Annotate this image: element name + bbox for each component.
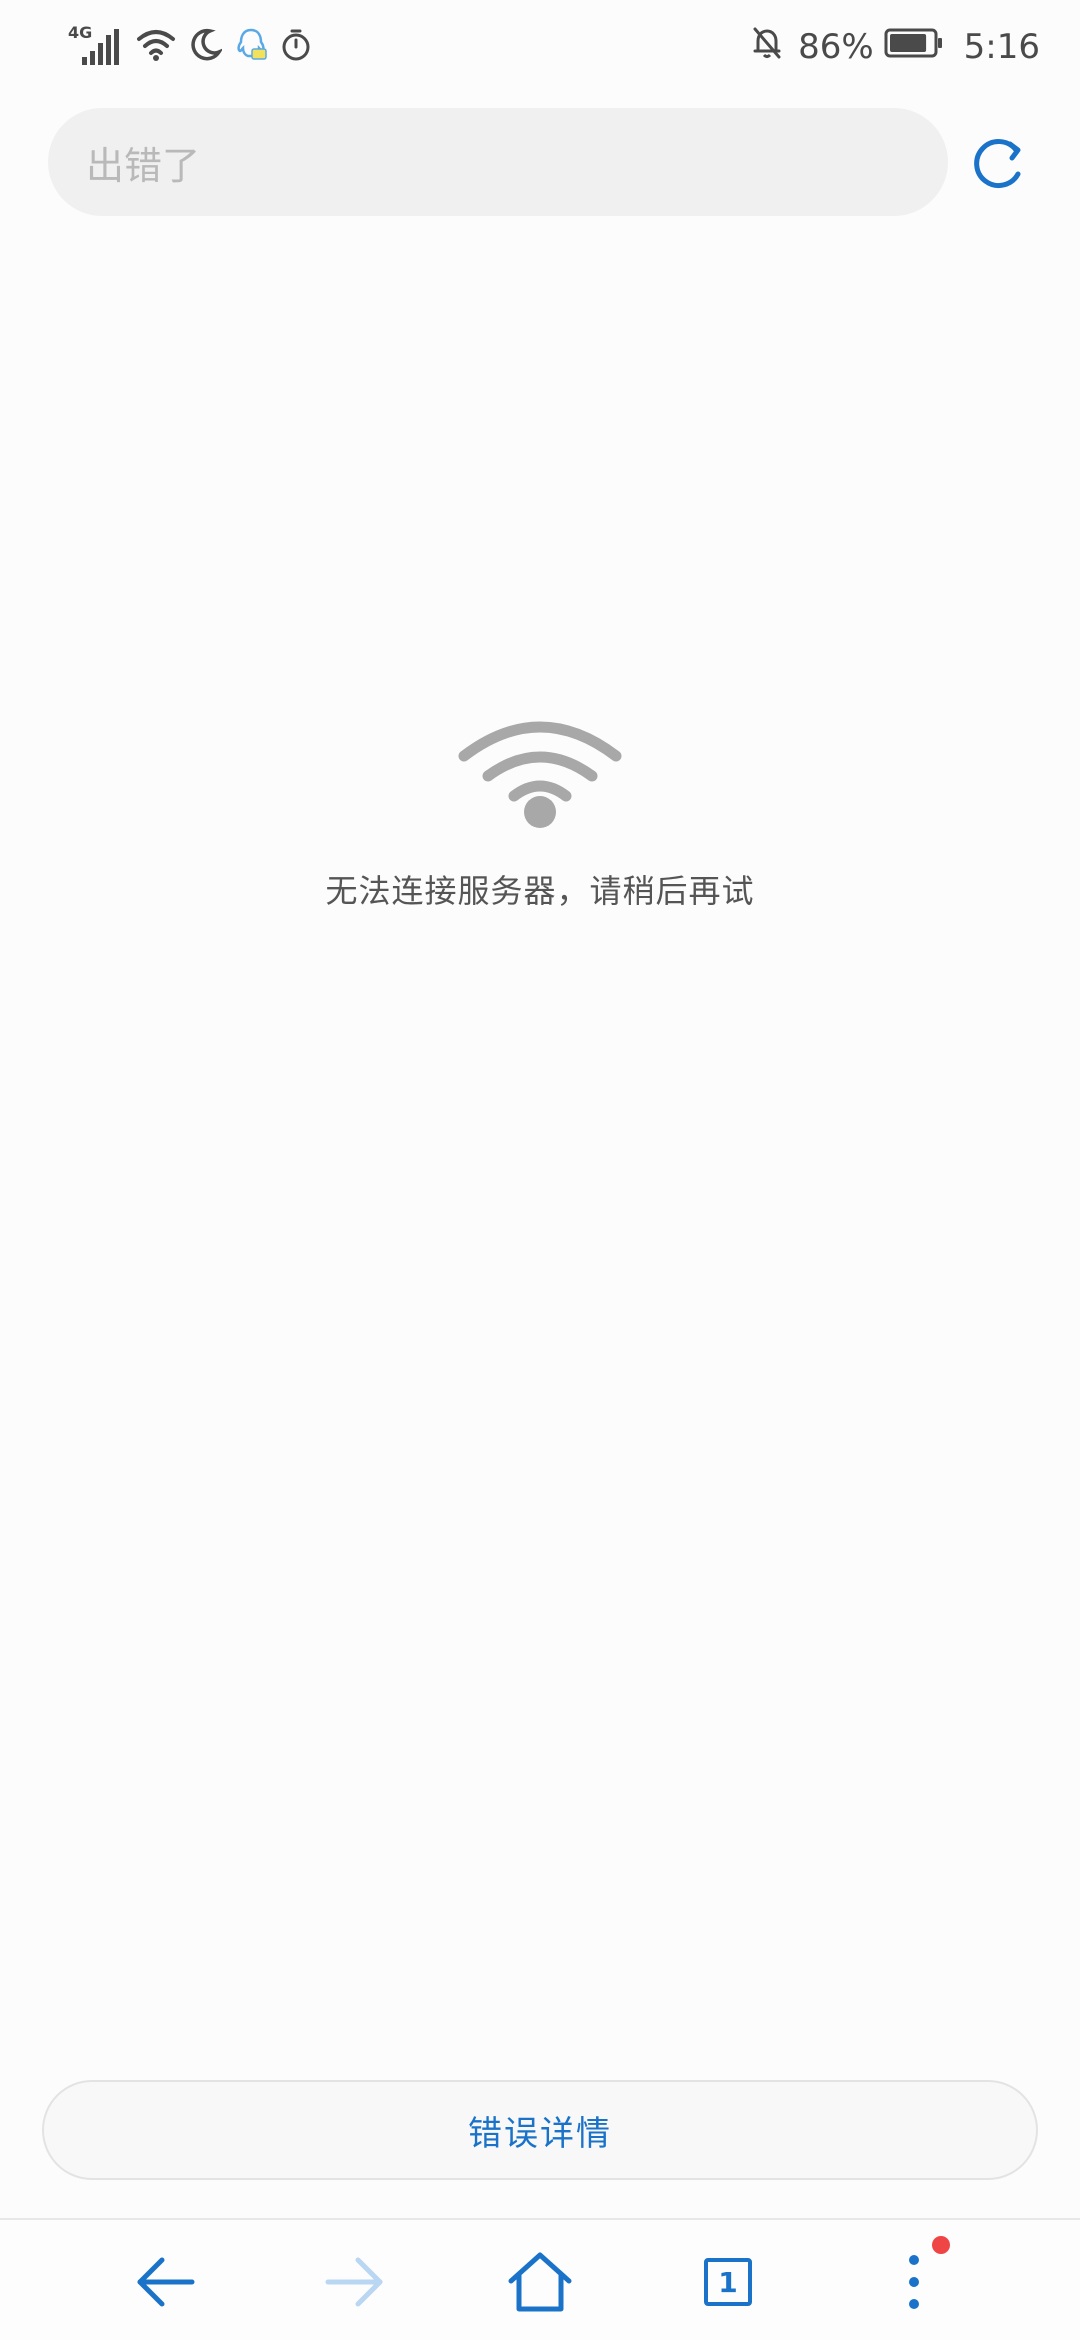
error-details-button[interactable]: 错误详情 [42,2080,1038,2180]
status-left-icons: 4G [68,22,312,72]
address-bar[interactable]: 出错了 [48,108,948,216]
signal-4g-icon: 4G [68,23,124,67]
muted-bell-icon [750,25,784,70]
home-icon [508,2252,572,2312]
timer-icon [280,28,312,66]
status-bar: 4G 86% 5:16 [0,0,1080,96]
clock: 5:16 [963,27,1040,67]
wifi-status-icon [136,27,176,67]
network-type-label: 4G [68,23,93,42]
tab-count: 1 [718,2265,738,2299]
more-vertical-icon [909,2255,919,2309]
no-connection-wifi-icon [458,714,622,838]
forward-arrow-icon [325,2257,383,2307]
bottom-navigation: 1 [0,2220,1080,2340]
refresh-button[interactable] [964,128,1036,200]
tabs-button[interactable]: 1 [688,2242,768,2322]
battery-icon [884,27,944,68]
error-message: 无法连接服务器，请稍后再试 [325,872,755,910]
qq-notification-icon [234,27,268,67]
address-text: 出错了 [86,143,201,188]
moon-icon [188,28,224,66]
refresh-icon [974,139,1021,189]
battery-fill [889,33,926,52]
status-right-icons: 86% 5:16 [750,22,1040,72]
battery-percent: 86% [798,27,874,67]
menu-button[interactable] [874,2242,954,2322]
browser-screen: 4G 86% 5:16 出错了 无法连接服务器，请稍后再试 错误详情 1 [0,0,1080,2340]
back-arrow-icon [137,2257,195,2307]
home-button[interactable] [500,2242,580,2322]
tab-count-icon: 1 [704,2258,752,2306]
menu-notification-badge [932,2236,950,2254]
back-button[interactable] [126,2242,206,2322]
forward-button[interactable] [314,2242,394,2322]
